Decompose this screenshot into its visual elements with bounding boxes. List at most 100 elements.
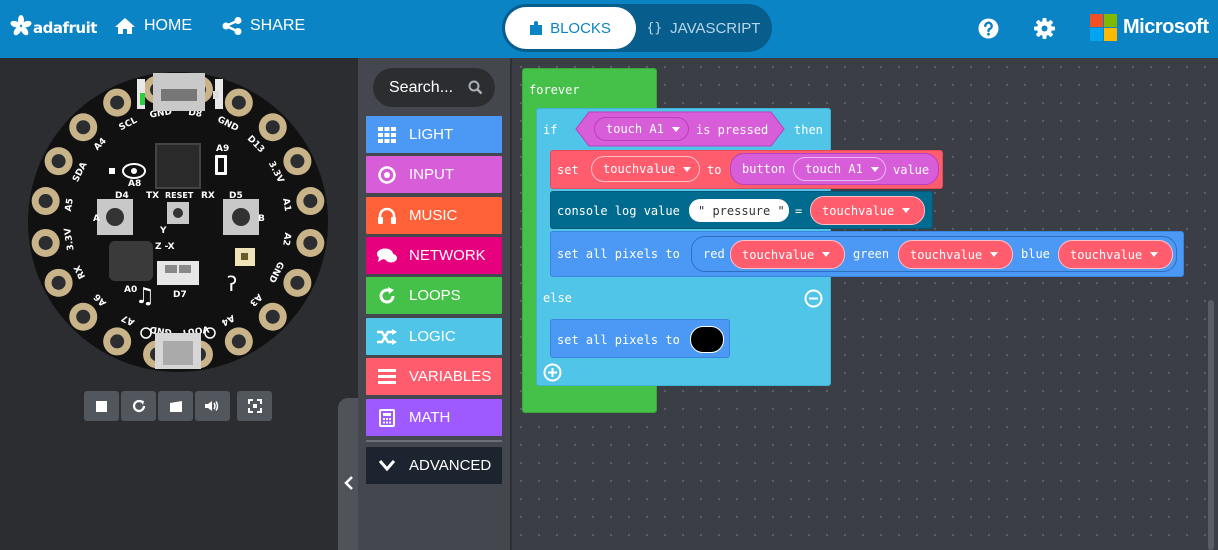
share-label: SHARE [250,17,306,34]
pad-hole [76,120,91,135]
blocks-label: BLOCKS [550,19,611,37]
help-icon [978,18,999,39]
remove-else-button[interactable] [804,289,823,313]
category-variables[interactable]: VARIABLES [366,358,502,395]
label-a8: A8 [128,179,141,189]
label-d5: D5 [229,191,243,201]
category-music[interactable]: MUSIC [366,197,502,234]
blocks-tab[interactable]: BLOCKS [505,7,636,49]
pad-hole [265,120,280,135]
var-label: touchvalue [910,247,983,262]
search-input[interactable]: Search... [389,79,453,97]
search-box[interactable]: Search... [373,68,495,107]
category-label: MATH [409,409,451,426]
category-loops[interactable]: LOOPS [366,277,502,314]
category-network[interactable]: NETWORK [366,237,502,274]
category-logic[interactable]: LOGIC [366,318,502,355]
chevron-down-icon [377,456,397,476]
category-input[interactable]: INPUT [366,156,502,193]
pad-hole [76,309,91,324]
headphones-icon [377,206,397,226]
search-icon[interactable] [468,80,483,95]
red-label: red [703,247,725,261]
is-pressed-label: is pressed [696,123,769,137]
pad-hole [110,95,125,110]
var-label: touchvalue [603,162,676,176]
set-all-pixels-label: set all pixels to [557,333,680,347]
home-label: HOME [144,17,192,34]
set-label: set [557,163,579,177]
grid-icon [377,125,397,145]
target-icon [377,165,397,185]
label-zx: Z -X [155,242,175,252]
pad-label: A1 [280,198,292,213]
dropdown-arrow-icon [990,252,999,257]
chat-icon [377,246,397,266]
adafruit-logo[interactable]: adafruit [10,15,97,37]
microsoft-logo[interactable]: Microsoft [1090,14,1209,41]
fullscreen-icon [247,399,262,413]
microsoft-label: Microsoft [1123,16,1209,38]
dropdown-arrow-icon [822,252,831,257]
touch-a1-dropdown[interactable]: touch A1 [793,157,886,181]
label-reset: RESET [165,191,194,200]
add-else-if-button[interactable] [543,363,562,387]
chevron-left-icon [344,476,353,490]
console-string: " pressure " [698,203,785,218]
share-icon [222,17,242,35]
stop-icon [96,400,107,412]
set-all-pixels-label: set all pixels to [557,247,680,261]
forever-label: forever [529,83,580,97]
variable-reporter[interactable]: touchvalue [730,240,845,269]
brand-name: adafruit [33,19,97,37]
console-string-field[interactable]: " pressure " [689,199,789,222]
variable-reporter[interactable]: touchvalue [810,196,925,225]
touch-a1-dropdown[interactable]: touch A1 [594,117,689,141]
blocks-workspace[interactable]: forever if touch A1 is pressed then set … [510,58,1218,550]
adafruit-logo-icon [10,15,32,36]
svg-text:♫: ♫ [135,284,155,309]
header-bar: adafruit HOME SHARE BLOCKS {} JAVASCRIPT [0,0,1218,58]
puzzle-icon [530,21,543,35]
color-swatch[interactable] [690,326,724,353]
category-light[interactable]: LIGHT [366,116,502,153]
loop-icon [377,286,397,306]
button-label: button [742,162,786,176]
home-button[interactable]: HOME [114,17,192,35]
category-math[interactable]: MATH [366,399,502,436]
restart-button[interactable] [121,391,156,421]
variable-dropdown[interactable]: touchvalue [591,156,700,182]
mute-button[interactable] [195,391,230,421]
advanced-toggle[interactable]: ADVANCED [366,447,502,484]
if-label: if [543,123,558,137]
touch-a1-label: touch A1 [606,122,664,136]
settings-button[interactable] [1034,18,1055,44]
circuit-playground-board[interactable]: D8GNDD133.3VA1A2GNDA3A4VOUTGNDA7A6RX3.3V… [27,71,329,373]
pad-hole [51,275,66,290]
collapse-simulator-button[interactable] [338,398,360,550]
stop-button[interactable] [84,391,119,421]
simulator-panel: D8 GND D13 3.3V A1 A2 GND A3 A4 VOUT GND A7 A6 RX 3.3V… [0,58,360,550]
variable-reporter[interactable]: touchvalue [1058,240,1173,269]
category-label: MUSIC [409,207,458,224]
dropdown-arrow-icon [683,166,692,172]
sound-icon [205,401,219,411]
help-button[interactable] [978,18,999,44]
list-icon [377,367,397,387]
var-label: touchvalue [742,247,815,262]
fullscreen-button[interactable] [237,391,272,421]
dropdown-arrow-icon [870,166,879,172]
pad-hole [290,275,305,290]
javascript-tab[interactable]: {} JAVASCRIPT [638,7,769,49]
label-a: A [93,214,100,224]
var-label: touchvalue [822,203,895,218]
calculator-icon [377,408,397,428]
green-label: green [853,247,890,261]
variable-reporter[interactable]: touchvalue [898,240,1013,269]
workspace-scrollbar[interactable] [1208,300,1214,550]
touch-a1-label: touch A1 [805,162,863,176]
minus-circle-icon [804,289,823,308]
share-button[interactable]: SHARE [222,17,305,35]
debug-button[interactable] [158,391,193,421]
microsoft-logo-icon [1090,14,1117,41]
